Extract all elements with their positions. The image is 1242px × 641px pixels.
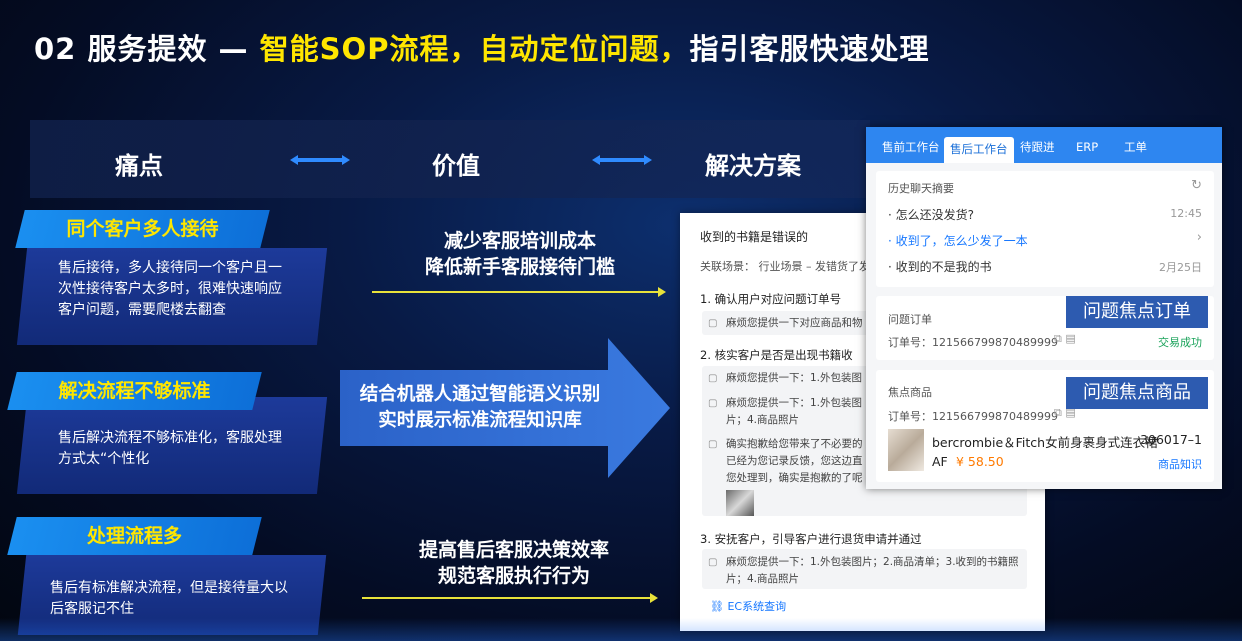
- doc-script-line[interactable]: ▢ 确实抱歉给您带来了不必要的: [708, 436, 863, 453]
- product-knowledge-link[interactable]: 商品知识: [1158, 456, 1202, 472]
- arrow-right-icon: [372, 287, 666, 297]
- product-brand: AF: [932, 454, 948, 469]
- arrow-right-icon: [362, 593, 658, 603]
- tab-followup[interactable]: 待跟进: [1014, 135, 1061, 159]
- doc-script-line[interactable]: ▢ 麻烦您提供一下：1.外包装图: [708, 395, 862, 412]
- history-card: 历史聊天摘要 ↻ · 怎么还没发货? 12:45 · 收到了，怎么少发了一本 ›…: [876, 171, 1214, 287]
- doc-title: 收到的书籍是错误的: [700, 230, 809, 244]
- pain-tag: 处理流程多: [7, 517, 262, 555]
- title-prefix: 02 服务提效 —: [34, 32, 260, 66]
- pain-text: 售后解决流程不够标准化，客服处理方式太“个性化: [58, 430, 282, 467]
- copy-icon[interactable]: ⧉ ▤: [1054, 332, 1076, 346]
- chat-icon: ▢: [708, 373, 718, 384]
- bottom-glow: [0, 618, 1242, 641]
- column-value-label: 价值: [432, 152, 480, 180]
- doc-script-line[interactable]: ▢ 麻烦您提供一下：1.外包装图: [708, 370, 862, 387]
- refresh-icon[interactable]: ↻: [1191, 178, 1202, 193]
- value-line: 提高售后客服决策效率: [418, 539, 609, 561]
- chat-icon: ▢: [708, 318, 718, 329]
- doc-script-line: 已经为您记录反馈，您这边直: [726, 455, 863, 467]
- doc-script-line: 片；4.商品照片: [726, 414, 800, 426]
- value-1: 减少客服培训成本 降低新手客服接待门槛: [380, 228, 660, 280]
- order-status: 交易成功: [1158, 336, 1202, 349]
- script-text: 确实抱歉给您带来了不必要的: [726, 438, 863, 450]
- doc-scene: 关联场景： 行业场景 – 发错货了发: [700, 260, 870, 273]
- doc-script-line: 片；4.商品照片: [726, 573, 800, 585]
- tab-aftersales[interactable]: 售后工作台: [944, 137, 1014, 163]
- value-line: 减少客服培训成本: [443, 230, 596, 252]
- product-thumbnail: [726, 490, 754, 516]
- order-title: 问题订单: [888, 313, 932, 326]
- tab-bar: 售前工作台 售后工作台 待跟进 ERP 工单: [866, 127, 1222, 163]
- title-suffix: 指引客服快速处理: [689, 32, 930, 66]
- focus-order-number: 订单号：121566799870489999: [888, 410, 1058, 423]
- column-pain-label: 痛点: [115, 152, 163, 180]
- doc-step: 3. 安抚客户，引导客户进行退货申请并通过: [700, 532, 922, 546]
- history-time: 2月25日: [1159, 261, 1202, 274]
- order-number: 订单号：121566799870489999: [888, 336, 1058, 349]
- pain-text: 售后接待，多人接待同一个客户且一次性接待客户太多时，很难快速响应客户问题，需要爬…: [58, 260, 282, 318]
- pain-tag-label: 同个客户多人接待: [66, 218, 219, 240]
- double-arrow-icon: [290, 155, 350, 165]
- double-arrow-icon: [592, 155, 652, 165]
- history-time: 12:45: [1170, 207, 1202, 220]
- chevron-right-icon[interactable]: ›: [1197, 230, 1202, 245]
- history-title: 历史聊天摘要: [888, 182, 954, 195]
- history-item[interactable]: · 怎么还没发货?: [888, 206, 974, 223]
- product-code: 306017–1: [1140, 432, 1202, 447]
- column-solution-label: 解决方案: [705, 152, 801, 180]
- pain-tag-label: 解决流程不够标准: [58, 380, 211, 402]
- tab-erp[interactable]: ERP: [1070, 135, 1104, 159]
- chat-icon: ▢: [708, 439, 718, 450]
- doc-step: 1. 确认用户对应问题订单号: [700, 292, 842, 306]
- link-icon: ⛓: [710, 600, 728, 613]
- pain-text: 售后有标准解决流程，但是接待量大以后客服记不住: [50, 580, 288, 617]
- chat-icon: ▢: [708, 557, 718, 568]
- focus-order-tag: 问题焦点订单: [1066, 296, 1208, 328]
- title-highlight: 智能SOP流程，自动定位问题，: [259, 32, 690, 66]
- page-title: 02 服务提效 — 智能SOP流程，自动定位问题，指引客服快速处理: [34, 26, 929, 68]
- doc-script-line[interactable]: ▢ 麻烦您提供一下对应商品和物: [708, 315, 863, 332]
- value-line: 实时展示标准流程知识库: [378, 410, 582, 431]
- pain-tag: 解决流程不够标准: [7, 372, 262, 410]
- focus-title: 焦点商品: [888, 386, 932, 399]
- product-image: [888, 429, 924, 471]
- focus-product-tag: 问题焦点商品: [1066, 377, 1208, 409]
- tab-workorder[interactable]: 工单: [1118, 135, 1153, 159]
- history-item[interactable]: · 收到的不是我的书: [888, 258, 992, 275]
- link-label: EC系统查询: [727, 600, 787, 613]
- script-text: 麻烦您提供一下：1.外包装图: [726, 397, 863, 409]
- value-line: 降低新手客服接待门槛: [424, 256, 615, 278]
- pain-tag: 同个客户多人接待: [15, 210, 270, 248]
- doc-step: 2. 核实客户是否是出现书籍收: [700, 348, 853, 362]
- value-line: 规范客服执行行为: [437, 565, 590, 587]
- tab-presales[interactable]: 售前工作台: [876, 135, 946, 159]
- history-item[interactable]: · 收到了，怎么少发了一本: [888, 232, 1028, 249]
- doc-script-line[interactable]: ▢ 麻烦您提供一下：1.外包装图片；2.商品清单；3.收到的书籍照: [708, 554, 1019, 571]
- value-line: 结合机器人通过智能语义识别: [359, 384, 601, 405]
- doc-script-line: 您处理到，确实是抱歉的了呢: [726, 472, 863, 484]
- value-3: 提高售后客服决策效率 规范客服执行行为: [380, 537, 648, 589]
- ec-system-link[interactable]: ⛓ EC系统查询: [710, 598, 786, 614]
- pain-tag-label: 处理流程多: [86, 525, 182, 547]
- product-name[interactable]: bercrombie＆Fitch女前身裹身式连衣裙: [932, 432, 1158, 451]
- script-text: 麻烦您提供一下：1.外包装图片；2.商品清单；3.收到的书籍照: [726, 556, 1019, 568]
- chat-icon: ▢: [708, 398, 718, 409]
- value-2: 结合机器人通过智能语义识别 实时展示标准流程知识库: [345, 382, 615, 434]
- script-text: 麻烦您提供一下对应商品和物: [726, 317, 863, 329]
- script-text: 麻烦您提供一下：1.外包装图: [726, 372, 863, 384]
- product-price: ¥ 58.50: [956, 454, 1004, 469]
